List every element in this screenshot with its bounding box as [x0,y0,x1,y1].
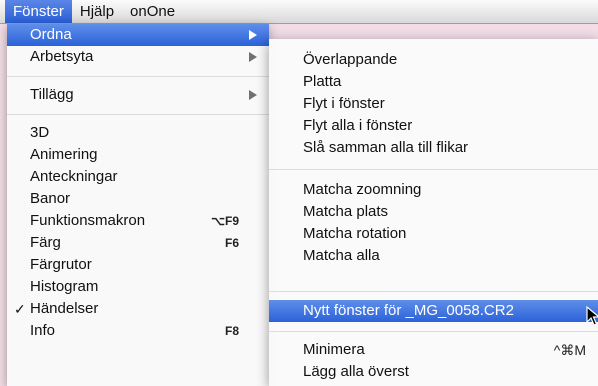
menu-separator [269,331,598,332]
menu-hjalp[interactable]: Hjälp [72,0,122,23]
submenu-item-matcha-rotation[interactable]: Matcha rotation [269,223,598,245]
menu-item-label: Nytt fönster för _MG_0058.CR2 [303,302,514,319]
menu-item-label: Händelser [30,300,99,317]
submenu-arrow-icon [249,30,257,40]
menu-item-label: Överlappande [303,51,398,68]
menu-item-label: Flyt alla i fönster [303,117,413,134]
menu-item-banor[interactable]: Banor [7,188,269,210]
menu-item-tillagg[interactable]: Tillägg [7,84,269,106]
mouse-pointer-icon [586,306,598,326]
menu-bar: Fönster Hjälp onOne [0,0,598,24]
submenu-item-flyt-i-fonster[interactable]: Flyt i fönster [269,93,598,115]
submenu-arrow-icon [249,90,257,100]
menu-item-ordna[interactable]: Ordna [7,24,269,46]
menu-item-fargrutor[interactable]: Färgrutor [7,254,269,276]
menu-item-label: Lägg alla överst [303,363,409,380]
menu-item-label: Funktionsmakron [30,212,146,229]
shortcut-label: ⌥F9 [211,214,239,228]
menu-item-label: Animering [30,146,98,163]
menu-item-histogram[interactable]: Histogram [7,276,269,298]
menu-item-label: Matcha zoomning [303,181,422,198]
submenu-item-minimera[interactable]: Minimera ^⌘M [269,339,598,361]
submenu-arrow-icon [249,52,257,62]
fonster-dropdown: Ordna Arbetsyta Tillägg 3D Animering Ant… [7,24,269,386]
menu-item-label: Flyt i fönster [303,95,385,112]
menu-separator [7,76,269,77]
menu-item-label: Banor [30,190,71,207]
submenu-item-matcha-alla[interactable]: Matcha alla [269,245,598,267]
menu-onone[interactable]: onOne [122,0,183,23]
menu-item-label: Arbetsyta [30,48,94,65]
menu-item-label: Matcha plats [303,203,389,220]
submenu-item-lagg-alla-overst[interactable]: Lägg alla överst [269,361,598,383]
menu-item-handelser[interactable]: ✓ Händelser [7,298,269,320]
menu-item-label: Anteckningar [30,168,118,185]
submenu-item-matcha-plats[interactable]: Matcha plats [269,201,598,223]
menu-item-label: Ordna [30,26,72,43]
menu-item-label: Färg [30,234,61,251]
menu-item-info[interactable]: Info F8 [7,320,269,342]
submenu-item-matcha-zoomning[interactable]: Matcha zoomning [269,179,598,201]
menu-fonster[interactable]: Fönster [5,0,72,23]
ordna-submenu: Överlappande Platta Flyt i fönster Flyt … [269,39,598,386]
menu-item-label: Matcha alla [303,247,380,264]
menu-separator [7,114,269,115]
menu-item-3d[interactable]: 3D [7,122,269,144]
submenu-item-platta[interactable]: Platta [269,71,598,93]
menu-item-label: Info [30,322,56,339]
menu-item-farg[interactable]: Färg F6 [7,232,269,254]
menu-separator [269,291,598,292]
submenu-item-sla-samman[interactable]: Slå samman alla till flikar [269,137,598,159]
menu-item-label: Matcha rotation [303,225,407,242]
menu-item-anteckningar[interactable]: Anteckningar [7,166,269,188]
menu-item-label: Histogram [30,278,99,295]
shortcut-label: F6 [224,236,239,250]
menu-item-animering[interactable]: Animering [7,144,269,166]
checkmark-icon: ✓ [14,301,26,317]
menu-item-label: Färgrutor [30,256,92,273]
menu-item-label: Tillägg [30,86,74,103]
submenu-item-nytt-fonster[interactable]: Nytt fönster för _MG_0058.CR2 [269,300,598,322]
menu-item-label: Platta [303,73,342,90]
menu-separator [269,169,598,170]
menu-item-label: 3D [30,124,50,141]
submenu-item-flyt-alla-i-fonster[interactable]: Flyt alla i fönster [269,115,598,137]
submenu-item-overlappande[interactable]: Överlappande [269,49,598,71]
menu-item-label: Minimera [303,341,365,358]
shortcut-label: F8 [224,324,239,338]
menu-item-funktionsmakron[interactable]: Funktionsmakron ⌥F9 [7,210,269,232]
shortcut-label: ^⌘M [553,342,586,358]
menu-item-label: Slå samman alla till flikar [303,139,469,156]
menu-item-arbetsyta[interactable]: Arbetsyta [7,46,269,68]
